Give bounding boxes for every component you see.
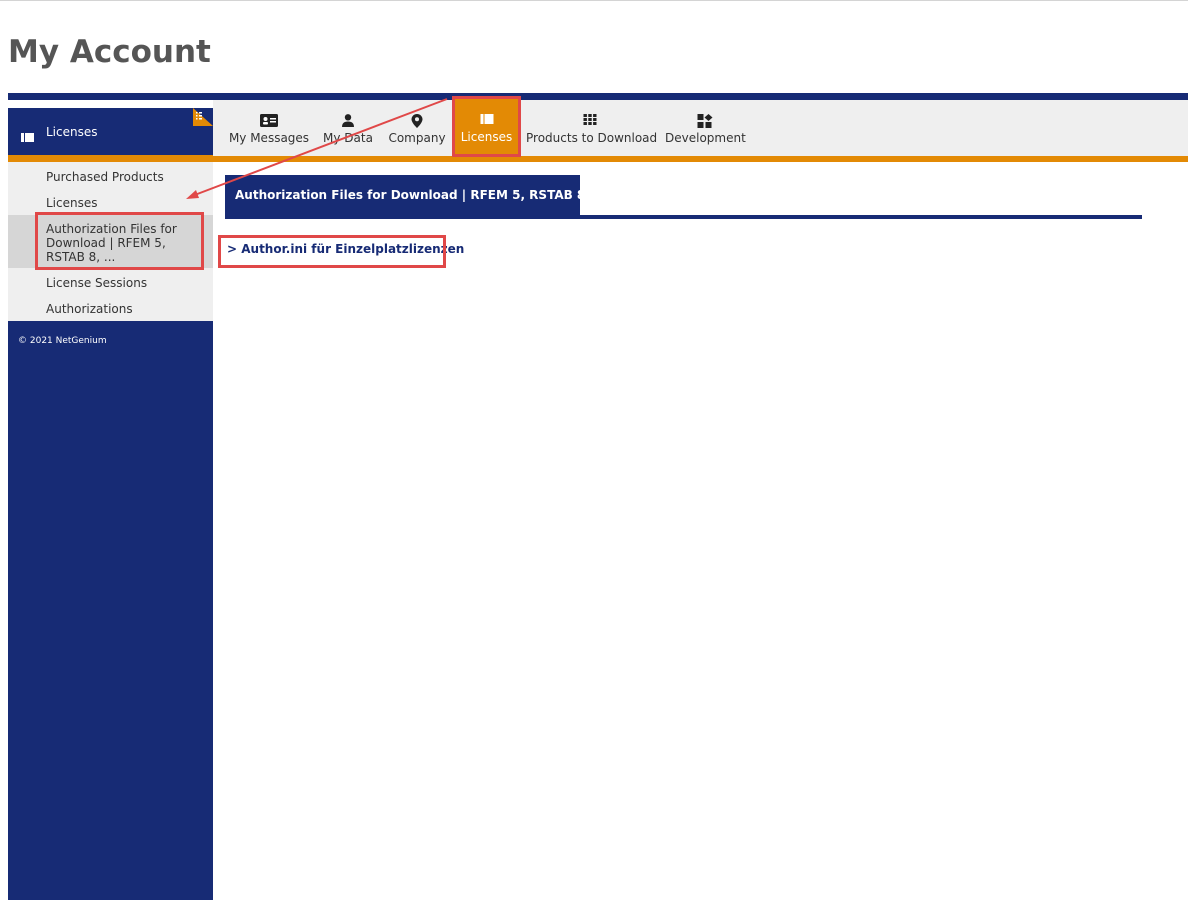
collapse-toggle-icon[interactable] [193, 108, 213, 126]
tab-products-to-download[interactable]: Products to Download [526, 100, 658, 156]
tab-label: Licenses [460, 130, 513, 144]
tab-my-messages[interactable]: My Messages [227, 100, 311, 156]
sidebar-header[interactable]: Licenses [8, 108, 213, 155]
topnav-accent-bar [213, 156, 1188, 162]
messages-icon [260, 114, 278, 130]
widgets-icon [697, 114, 713, 131]
tab-my-data[interactable]: My Data [321, 100, 375, 156]
sidebar-accent-bar [8, 155, 213, 162]
sidebar-item-authorization-files[interactable]: Authorization Files for Download | RFEM … [8, 215, 213, 268]
tab-label: Products to Download [526, 131, 658, 145]
sidebar-menu: Purchased Products Licenses Authorizatio… [8, 162, 213, 321]
tab-label: My Data [323, 131, 373, 145]
sidebar-item-licenses[interactable]: Licenses [8, 196, 213, 210]
content-tab-authorization-files[interactable]: Authorization Files for Download | RFEM … [225, 175, 608, 215]
license-icon [21, 127, 34, 142]
content-tab-underline [225, 215, 1142, 219]
tab-label: Development [665, 131, 746, 145]
license-icon [480, 113, 493, 127]
tab-label: Company [388, 131, 446, 145]
copyright-text: © 2021 NetGenium [18, 336, 107, 346]
sidebar-item-license-sessions[interactable]: License Sessions [8, 276, 213, 290]
author-ini-download-link[interactable]: > Author.ini für Einzelplatzlizenzen [227, 242, 464, 256]
sidebar-item-purchased-products[interactable]: Purchased Products [8, 170, 213, 184]
top-navigation: My Messages My Data Company Licenses Pro… [213, 99, 1188, 156]
location-pin-icon [411, 114, 423, 131]
grid-icon [583, 114, 596, 128]
top-divider [0, 0, 1188, 1]
tab-label: My Messages [228, 131, 310, 145]
page-title: My Account [8, 34, 211, 70]
tab-company[interactable]: Company [385, 100, 449, 156]
tab-development[interactable]: Development [665, 100, 746, 156]
sidebar-footer: © 2021 NetGenium [8, 321, 213, 900]
sidebar-item-authorizations[interactable]: Authorizations [8, 302, 213, 316]
sidebar-header-label: Licenses [46, 124, 98, 139]
person-icon [342, 114, 354, 130]
header-bar [8, 93, 1188, 100]
tab-licenses[interactable]: Licenses [455, 99, 518, 156]
